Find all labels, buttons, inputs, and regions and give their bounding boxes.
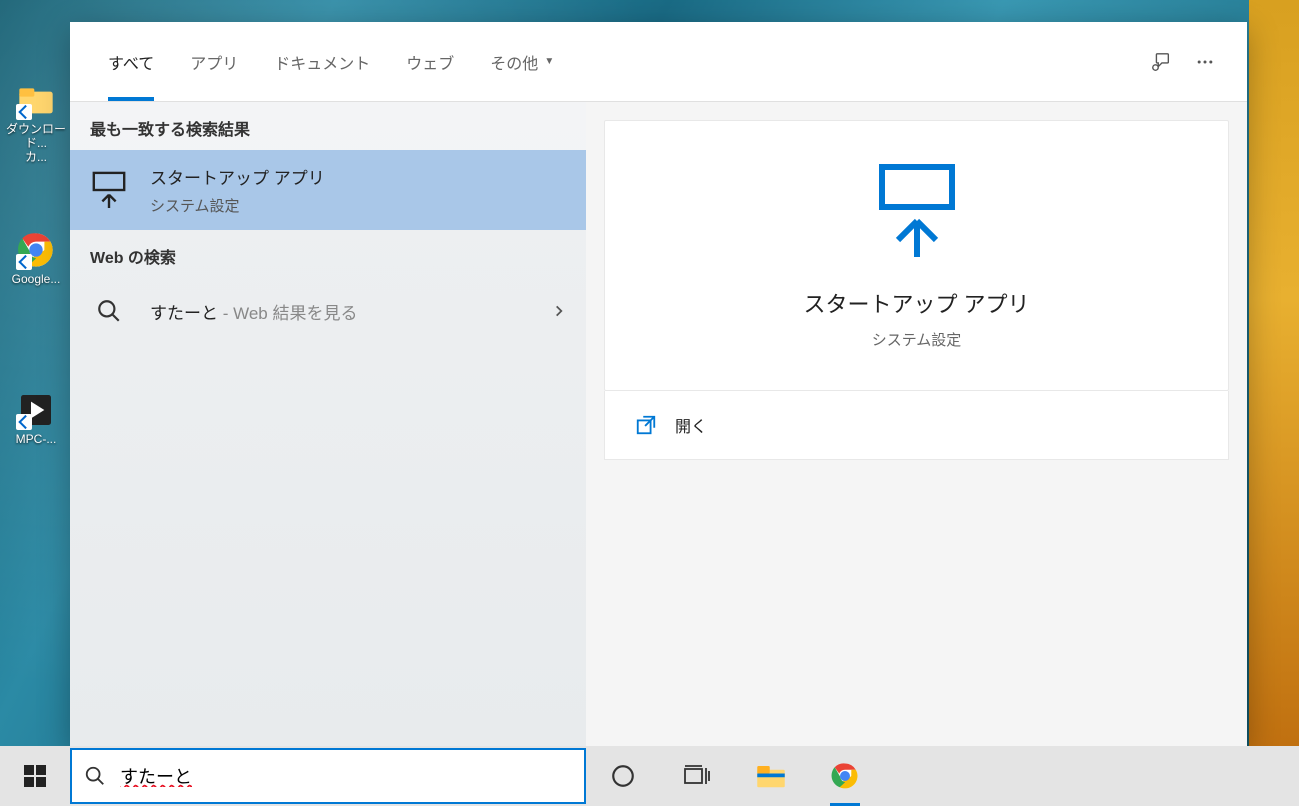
result-web-search[interactable]: すたーと - Web 結果を見る	[70, 278, 586, 344]
result-startup-apps[interactable]: スタートアップ アプリ システム設定	[70, 150, 586, 230]
chevron-right-icon	[552, 304, 566, 318]
section-header-web: Web の検索	[70, 230, 586, 278]
desktop-icon-label: Google...	[3, 272, 69, 286]
more-options-button[interactable]	[1183, 40, 1227, 84]
taskbar-chrome[interactable]	[808, 746, 882, 806]
action-open[interactable]: 開く	[635, 413, 1198, 437]
search-results-panel: すべて アプリ ドキュメント ウェブ その他▼ 最も一致する検索結果 スタートア…	[70, 22, 1247, 746]
tab-documents[interactable]: ドキュメント	[256, 23, 388, 101]
startup-settings-icon	[90, 171, 128, 209]
action-label: 開く	[675, 413, 707, 437]
desktop-icon-label: ダウンロード...	[6, 122, 66, 150]
search-icon	[90, 292, 128, 330]
startup-settings-icon	[872, 161, 962, 261]
web-suffix: - Web 結果を見る	[218, 304, 357, 323]
shortcut-arrow-icon	[16, 254, 32, 270]
tab-more[interactable]: その他▼	[472, 23, 572, 101]
shortcut-arrow-icon	[16, 104, 32, 120]
web-query: すたーと	[150, 304, 218, 323]
start-button[interactable]	[0, 746, 70, 806]
wallpaper-detail	[1249, 0, 1299, 746]
desktop-icon-chrome[interactable]: Google...	[3, 230, 69, 286]
detail-title: スタートアップ アプリ	[625, 287, 1208, 319]
search-tabs: すべて アプリ ドキュメント ウェブ その他▼	[70, 22, 1247, 102]
shortcut-arrow-icon	[16, 414, 32, 430]
section-header-best-match: 最も一致する検索結果	[70, 102, 586, 150]
result-title: スタートアップ アプリ	[150, 164, 325, 189]
taskbar-task-view[interactable]	[660, 746, 734, 806]
tab-all[interactable]: すべて	[90, 23, 172, 101]
search-icon	[84, 765, 106, 787]
search-detail-pane: スタートアップ アプリ システム設定 開く	[586, 102, 1247, 746]
taskbar	[0, 746, 1299, 806]
search-results-list: 最も一致する検索結果 スタートアップ アプリ システム設定 Web の検索 すた…	[70, 102, 586, 746]
search-input[interactable]	[120, 766, 572, 787]
chevron-down-icon: ▼	[544, 56, 554, 67]
detail-card: スタートアップ アプリ システム設定	[604, 120, 1229, 391]
tab-web[interactable]: ウェブ	[388, 23, 472, 101]
desktop-icon-mpc[interactable]: MPC-...	[3, 390, 69, 446]
taskbar-file-explorer[interactable]	[734, 746, 808, 806]
desktop-icon-label: MPC-...	[3, 432, 69, 446]
desktop-icon-downloads[interactable]: ダウンロード...カ...	[3, 80, 69, 164]
open-external-icon	[635, 414, 657, 436]
taskbar-cortana[interactable]	[586, 746, 660, 806]
result-subtitle: システム設定	[150, 195, 325, 216]
tab-apps[interactable]: アプリ	[172, 23, 256, 101]
detail-subtitle: システム設定	[625, 329, 1208, 350]
taskbar-search-box[interactable]	[70, 748, 586, 804]
feedback-button[interactable]	[1139, 40, 1183, 84]
